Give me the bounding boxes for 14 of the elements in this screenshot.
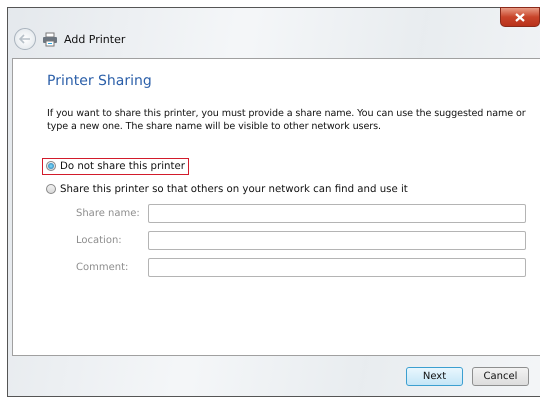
printer-icon bbox=[42, 32, 58, 46]
field-label: Comment: bbox=[76, 262, 130, 273]
description-text: If you want to share this printer, you must provide a share name. You can use the suggested name or type a new one. The share name will be visible to other network users. bbox=[47, 108, 527, 134]
field-label: Share name: bbox=[76, 208, 141, 219]
radio-option[interactable]: Do not share this printer bbox=[42, 158, 189, 175]
close-icon bbox=[515, 12, 525, 22]
cancel-button[interactable]: Cancel bbox=[472, 366, 529, 386]
field-label: Location: bbox=[76, 234, 123, 246]
radio-option[interactable]: Share this printer so that others on your network can find and use it bbox=[42, 180, 412, 198]
close-button[interactable] bbox=[500, 7, 540, 27]
back-arrow-icon bbox=[19, 34, 31, 44]
next-button[interactable]: Next bbox=[406, 366, 463, 386]
window-title: Add Printer bbox=[64, 32, 126, 46]
page-heading: Printer Sharing bbox=[47, 73, 153, 89]
